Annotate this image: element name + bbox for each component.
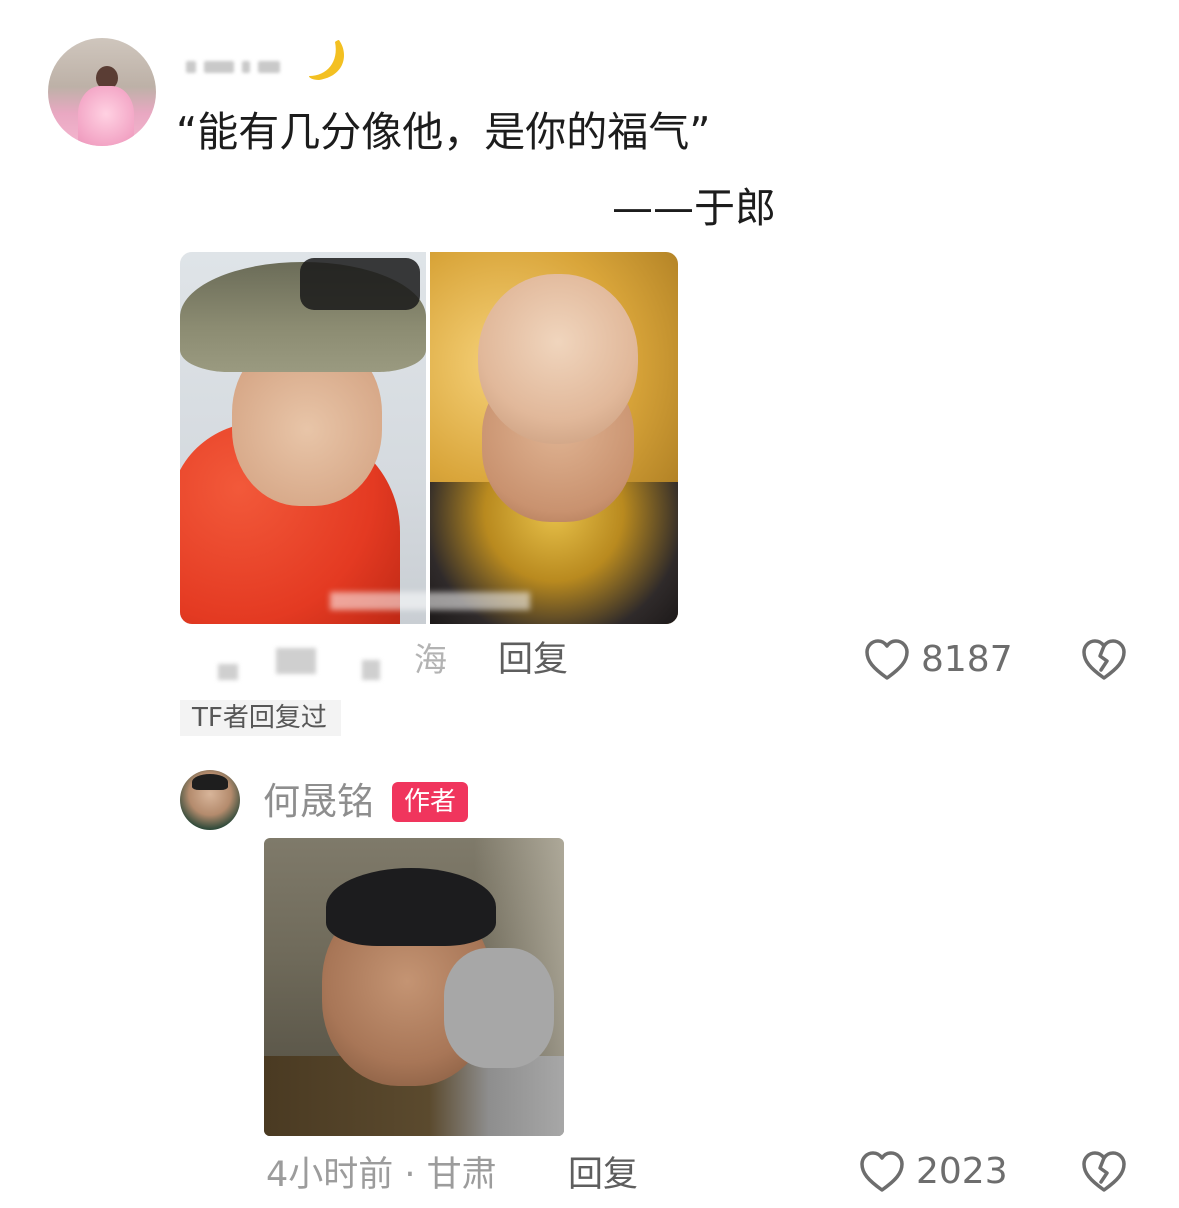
commenter-username-blurred[interactable]	[186, 52, 296, 82]
broken-heart-icon[interactable]	[1080, 636, 1128, 684]
author-badge: 作者	[392, 782, 469, 822]
heart-icon	[865, 639, 909, 680]
moon-icon	[309, 40, 345, 80]
image-watermark	[330, 592, 530, 610]
reply-image[interactable]	[264, 838, 564, 1136]
reply-time-location: 4小时前 · 甘肃	[266, 1155, 497, 1195]
comment-location: 海	[414, 640, 447, 679]
reply-username[interactable]: 何晟铭	[263, 778, 374, 826]
comparison-photo-right	[430, 252, 678, 624]
comment-signature: ——于郎	[612, 184, 776, 232]
reply-button[interactable]: 回复	[568, 1152, 638, 1198]
comment-image[interactable]	[180, 252, 678, 624]
like-button[interactable]: 8187	[863, 636, 1013, 684]
comparison-photo-left	[180, 252, 426, 624]
like-count: 8187	[921, 639, 1013, 680]
author-replied-label[interactable]: TF者回复过	[180, 700, 341, 736]
like-count: 2023	[916, 1151, 1008, 1192]
comment-text: “能有几分像他，是你的福气”	[176, 108, 711, 156]
broken-heart-icon[interactable]	[1080, 1148, 1128, 1196]
like-button[interactable]: 2023	[858, 1148, 1008, 1196]
heart-icon	[860, 1151, 904, 1192]
reply-avatar[interactable]	[180, 770, 240, 830]
reply-button[interactable]: 回复	[498, 638, 568, 682]
comment-time-blurred	[212, 644, 412, 684]
commenter-avatar[interactable]	[48, 38, 156, 146]
